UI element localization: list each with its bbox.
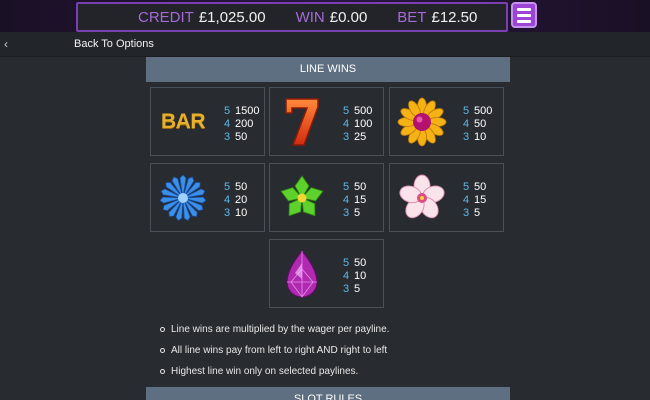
top-bar: CREDIT £1,025.00 WIN £0.00 BET £12.50 — [0, 0, 650, 32]
green-flower-icon — [276, 170, 328, 226]
credit-label: CREDIT — [138, 8, 194, 26]
paytable-cell-green-flower: 5 50 4 15 35 — [269, 163, 384, 232]
balance-meter: CREDIT £1,025.00 WIN £0.00 BET £12.50 — [76, 2, 508, 32]
payout-list: 5 500 4 50 3 10 — [463, 105, 493, 143]
bet-label: BET — [397, 8, 427, 26]
note-item: All line wins pay from left to right AND… — [160, 344, 389, 365]
paytable-cell-bar: BAR 5 1500 4 200 3 50 — [150, 87, 265, 156]
paytable-cell-seven: 5 500 4 100 3 25 — [269, 87, 384, 156]
payout-list: 5 1500 4 200 3 50 — [224, 105, 260, 143]
chevron-left-icon[interactable]: ‹ — [4, 37, 8, 51]
hamburger-icon-line — [517, 7, 531, 11]
payout-list: 5 50 4 15 35 — [343, 181, 367, 219]
win-value: £0.00 — [329, 8, 368, 26]
pink-flower-icon — [396, 170, 448, 226]
credit-value: £1,025.00 — [198, 8, 266, 26]
bet-value: £12.50 — [431, 8, 478, 26]
line-wins-header: LINE WINS — [146, 57, 510, 82]
paytable-cell-sunflower: 5 500 4 50 3 10 — [389, 87, 504, 156]
paytable-cell-pink-flower: 5 50 4 15 35 — [389, 163, 504, 232]
payout-list: 5 500 4 100 3 25 — [343, 105, 373, 143]
payout-list: 5 50 4 15 35 — [463, 181, 487, 219]
hamburger-icon-line — [517, 19, 531, 23]
payout-list: 5 50 4 20 3 10 — [224, 181, 248, 219]
purple-gem-icon — [276, 246, 328, 302]
bar-icon: BAR — [161, 110, 206, 133]
paytable-cell-blue-flower: 5 50 4 20 3 10 — [150, 163, 265, 232]
seven-icon — [276, 94, 328, 150]
note-item: Line wins are multiplied by the wager pe… — [160, 323, 389, 344]
slot-rules-header: SLOT RULES — [146, 387, 510, 400]
note-item: Highest line win only on selected paylin… — [160, 365, 389, 386]
menu-button[interactable] — [511, 2, 537, 28]
blue-flower-icon — [157, 170, 209, 226]
payout-list: 5 50 4 10 35 — [343, 257, 367, 295]
nav-bar: ‹ Back To Options — [0, 32, 650, 57]
win-label: WIN — [295, 8, 325, 26]
hamburger-icon-line — [517, 13, 531, 17]
paytable-cell-purple-gem: 5 50 4 10 35 — [269, 239, 384, 308]
sunflower-icon — [396, 94, 448, 150]
rules-notes: Line wins are multiplied by the wager pe… — [160, 323, 389, 386]
back-to-options-link[interactable]: Back To Options — [74, 38, 154, 50]
